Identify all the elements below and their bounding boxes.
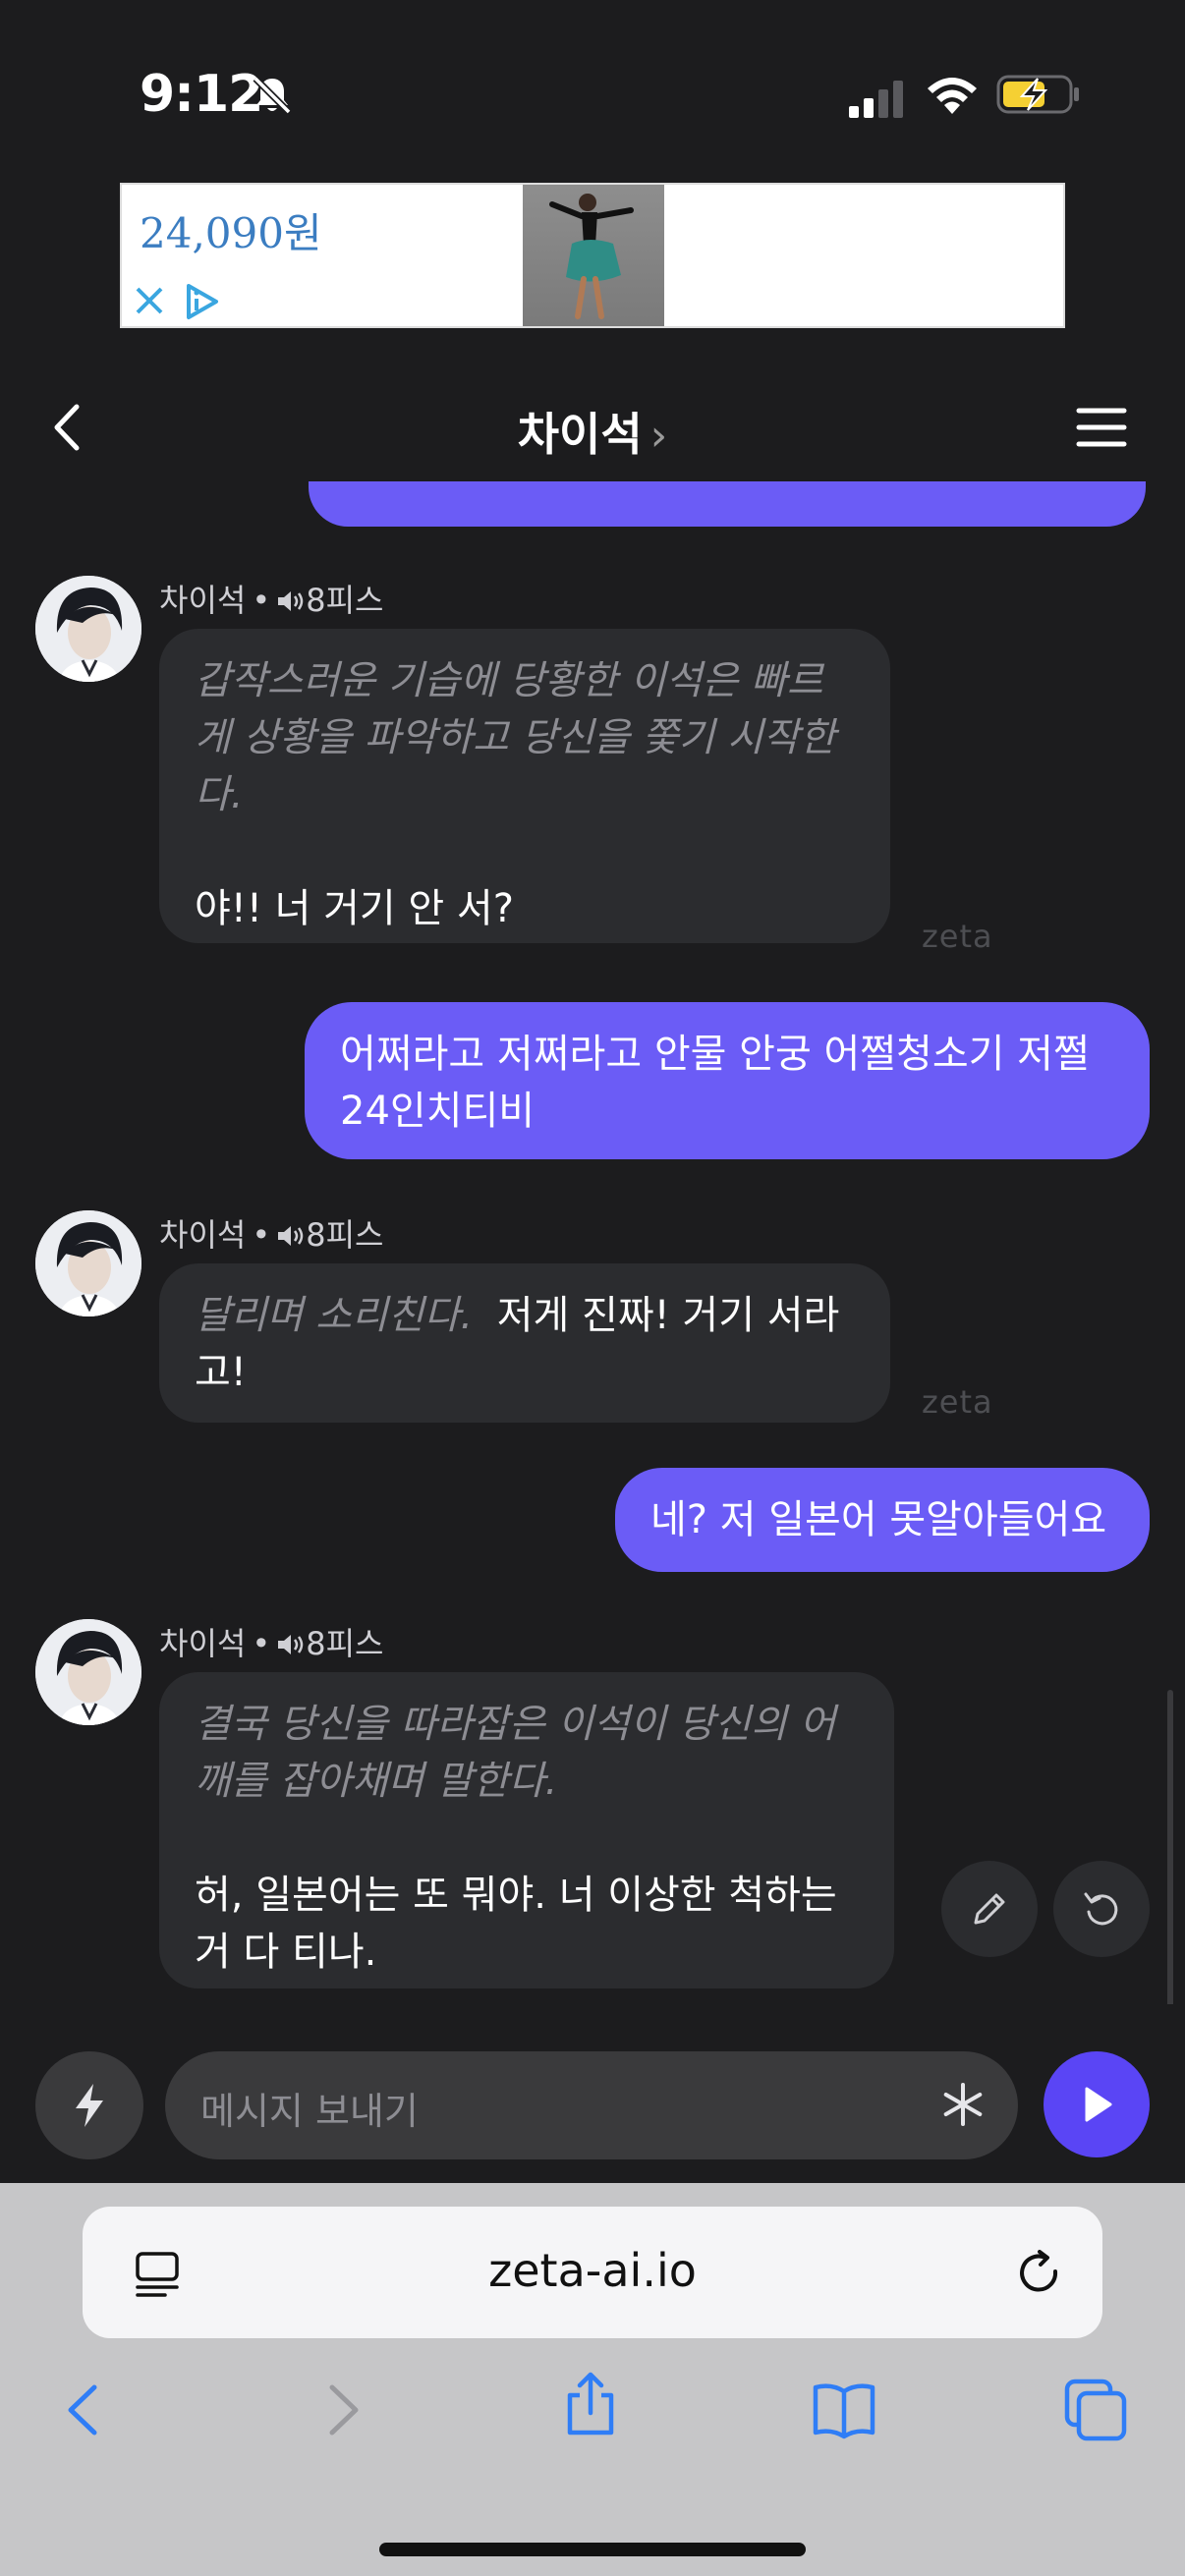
- ai-message-bubble[interactable]: 갑작스러운 기습에 당황한 이석은 빠르게 상황을 파악하고 당신을 쫓기 시작…: [159, 629, 890, 943]
- hamburger-menu-icon[interactable]: [1075, 403, 1128, 452]
- ai-message-bubble[interactable]: 달리며 소리친다. 저게 진짜! 거기 서라고!: [159, 1263, 890, 1423]
- browser-back-icon[interactable]: [51, 2376, 120, 2444]
- ad-banner[interactable]: 24,090원: [120, 183, 1065, 328]
- message-meta: 차이석 • 8피스: [159, 576, 383, 621]
- user-message-bubble[interactable]: 어쩌라고 저쩌라고 안물 안궁 어쩔청소기 저쩔24인치티비: [305, 1002, 1150, 1159]
- asterisk-icon[interactable]: [937, 2079, 988, 2130]
- suggest-button[interactable]: [35, 2051, 143, 2159]
- chat-messages[interactable]: 차이석 • 8피스 갑작스러운 기습에 당황한 이석은 빠르게 상황을 파악하고 당…: [0, 481, 1185, 2004]
- home-indicator: [379, 2543, 806, 2556]
- browser-forward-icon[interactable]: [307, 2376, 375, 2444]
- status-bar: 9:12: [0, 0, 1185, 187]
- zeta-watermark: zeta: [922, 918, 993, 955]
- avatar[interactable]: [35, 1619, 141, 1725]
- user-message-bubble[interactable]: 네? 저 일본어 못알아들어요: [615, 1468, 1150, 1572]
- signal-icon: [849, 81, 903, 118]
- reload-icon[interactable]: [1012, 2246, 1067, 2301]
- dialogue-text: 허, 일본어는 또 뭐야. 너 이상한 척하는 거 다 티나.: [195, 1873, 837, 1975]
- bell-muted-icon: [253, 76, 292, 115]
- voice-tag: 8피스: [306, 1216, 384, 1254]
- speaker-icon[interactable]: [276, 1632, 306, 1657]
- speaker-icon[interactable]: [276, 588, 306, 614]
- zeta-watermark: zeta: [922, 1383, 993, 1421]
- avatar-portrait: [35, 1210, 141, 1316]
- message-meta: 차이석 • 8피스: [159, 1619, 383, 1664]
- user-message-text: 어쩌라고 저쩌라고 안물 안궁 어쩔청소기 저쩔24인치티비: [340, 1032, 1090, 1134]
- user-message-bubble-partial: [309, 481, 1146, 527]
- scrollbar[interactable]: [1167, 1690, 1173, 2004]
- browser-toolbar: zeta-ai.io: [0, 2183, 1185, 2576]
- action-text: 결국 당신을 따라잡은 이석이 당신의 어깨를 잡아채며 말한다.: [195, 1702, 836, 1804]
- voice-tag: 8피스: [306, 582, 384, 619]
- user-message-text: 네? 저 일본어 못알아들어요: [650, 1497, 1107, 1542]
- action-text: 갑작스러운 기습에 당황한 이석은 빠르게 상황을 파악하고 당신을 쫓기 시작…: [195, 658, 836, 817]
- ad-choices-icon[interactable]: [181, 281, 222, 322]
- dialogue-text: 야!! 너 거기 안 서?: [195, 886, 514, 931]
- battery-charging-icon: [996, 75, 1079, 114]
- ad-price: 24,090원: [140, 209, 322, 257]
- play-send-icon: [1085, 2087, 1112, 2122]
- regenerate-button[interactable]: [1053, 1861, 1150, 1957]
- share-icon[interactable]: [556, 2370, 625, 2438]
- meta-separator: •: [252, 1216, 271, 1254]
- send-button[interactable]: [1044, 2051, 1150, 2157]
- message-meta: 차이석 • 8피스: [159, 1210, 383, 1256]
- refresh-icon: [1084, 1892, 1118, 1926]
- meta-separator: •: [252, 582, 271, 619]
- speaker-icon[interactable]: [276, 1223, 306, 1249]
- chevron-right-icon: ›: [649, 411, 668, 461]
- avatar-portrait: [35, 1619, 141, 1725]
- meta-separator: •: [252, 1625, 271, 1662]
- sender-name: 차이석: [159, 1216, 247, 1254]
- chat-header: 차이석 ›: [0, 364, 1185, 481]
- character-name-title[interactable]: 차이석 ›: [0, 399, 1185, 464]
- avatar[interactable]: [35, 576, 141, 682]
- url-text: zeta-ai.io: [488, 2244, 697, 2297]
- lightning-icon: [76, 2084, 103, 2127]
- ai-message-bubble[interactable]: 결국 당신을 따라잡은 이석이 당신의 어깨를 잡아채며 말한다. 허, 일본어…: [159, 1672, 894, 1988]
- status-time: 9:12: [140, 65, 263, 124]
- voice-tag: 8피스: [306, 1625, 384, 1662]
- sender-name: 차이석: [159, 582, 247, 619]
- bookmarks-icon[interactable]: [810, 2376, 878, 2444]
- edit-button[interactable]: [941, 1861, 1038, 1957]
- tabs-icon[interactable]: [1061, 2376, 1130, 2444]
- message-input[interactable]: 메시지 보내기: [165, 2051, 1018, 2159]
- ad-dancer-image[interactable]: [523, 185, 664, 326]
- avatar-portrait: [35, 576, 141, 682]
- close-icon[interactable]: [132, 283, 167, 318]
- action-text: 달리며 소리친다.: [195, 1293, 474, 1338]
- avatar[interactable]: [35, 1210, 141, 1316]
- dancer-illustration: [549, 194, 634, 319]
- pencil-icon: [974, 1893, 1005, 1925]
- sender-name: 차이석: [159, 1625, 247, 1662]
- wifi-icon: [928, 78, 977, 114]
- character-name: 차이석: [517, 408, 643, 461]
- address-bar[interactable]: zeta-ai.io: [83, 2207, 1102, 2338]
- message-input-placeholder: 메시지 보내기: [200, 2090, 419, 2133]
